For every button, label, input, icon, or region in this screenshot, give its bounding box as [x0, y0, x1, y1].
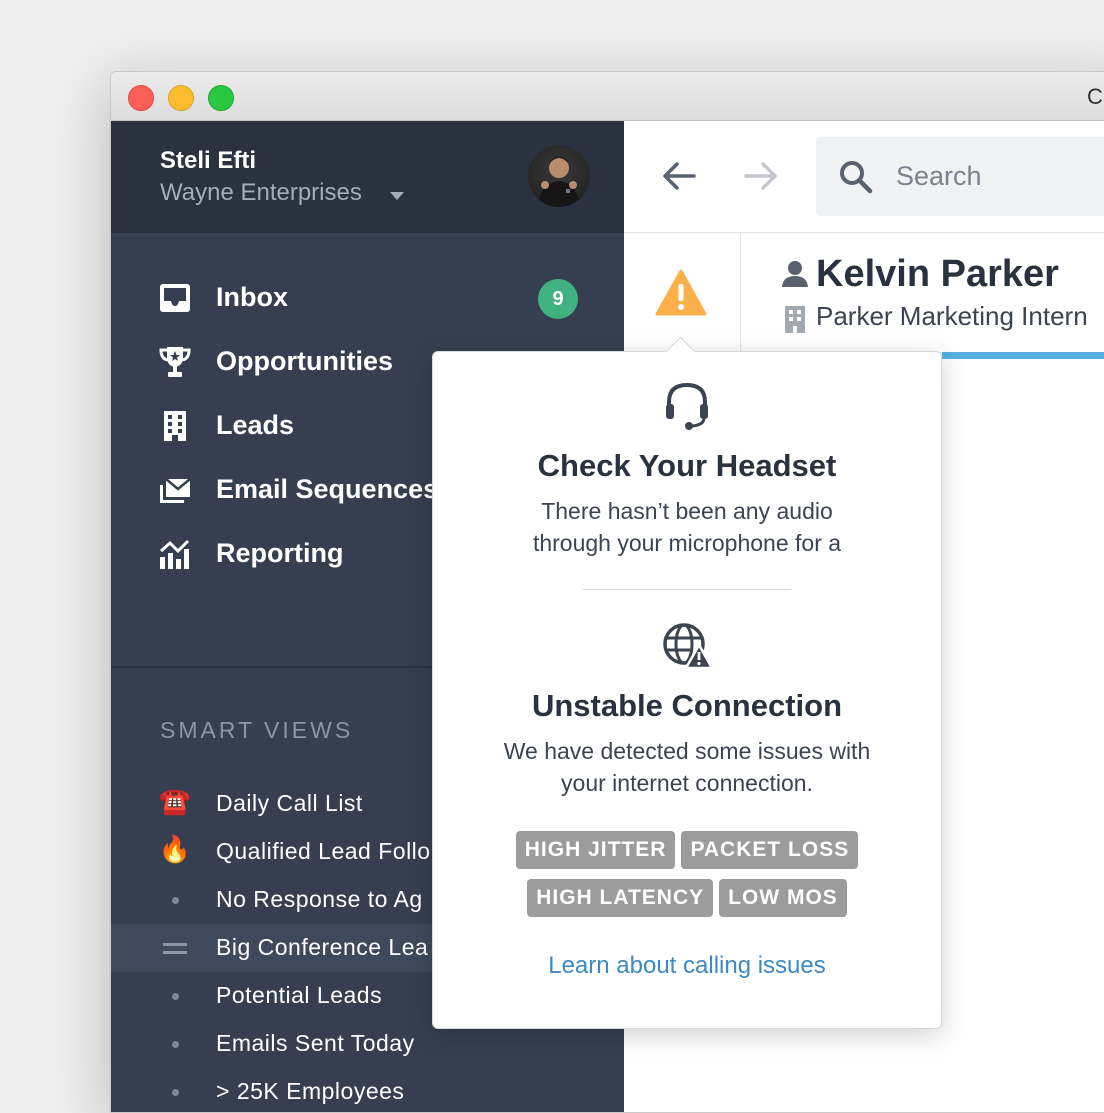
close-window-button[interactable]: [128, 85, 154, 111]
contact-header: Kelvin Parker Parker Marketing Intern: [624, 233, 1104, 359]
bullet-icon: [172, 1041, 179, 1048]
back-arrow-icon[interactable]: [660, 159, 700, 193]
telephone-icon: ☎️: [158, 786, 192, 816]
smart-view-label: Potential Leads: [216, 982, 383, 1008]
nav-label: Inbox: [216, 282, 288, 312]
chevron-down-icon[interactable]: [390, 192, 404, 200]
popover-divider: [583, 589, 791, 590]
globe-warning-icon: [660, 618, 714, 672]
search-icon: [838, 159, 874, 200]
smart-view-item[interactable]: > 25K Employees: [111, 1068, 624, 1112]
building-icon: [158, 409, 192, 443]
issue-tags-row: HIGH LATENCY LOW MOS: [433, 879, 941, 917]
headset-description-line: through your microphone for a: [532, 530, 842, 556]
inbox-icon: [158, 281, 192, 315]
connection-description-line: We have detected some issues with: [503, 738, 871, 764]
bullet-icon: [172, 897, 179, 904]
nav-label: Reporting: [216, 538, 344, 568]
title-bar: C: [111, 72, 1104, 121]
window-title: C: [1087, 84, 1103, 109]
bullet-icon: [172, 993, 179, 1000]
issue-tag: HIGH JITTER: [515, 831, 676, 869]
headset-icon: [660, 378, 714, 432]
issue-tag: LOW MOS: [719, 879, 847, 917]
chart-icon: [158, 537, 192, 571]
inbox-count-badge: 9: [538, 279, 578, 319]
nav-label: Opportunities: [216, 346, 393, 376]
smart-view-label: > 25K Employees: [216, 1078, 405, 1104]
building-icon: [782, 305, 808, 338]
contact-name[interactable]: Kelvin Parker: [816, 253, 1059, 296]
zoom-window-button[interactable]: [208, 85, 234, 111]
learn-calling-issues-link[interactable]: Learn about calling issues: [433, 952, 941, 980]
fire-icon: 🔥: [158, 834, 192, 864]
envelope-stack-icon: [158, 473, 192, 507]
smart-view-label: Big Conference Lea: [216, 934, 429, 960]
issue-tags-row: HIGH JITTER PACKET LOSS: [433, 831, 941, 869]
user-header[interactable]: Steli Efti Wayne Enterprises: [111, 121, 624, 233]
smart-view-label: Daily Call List: [216, 790, 363, 816]
call-progress-bar: [942, 352, 1104, 359]
search-placeholder: Search: [896, 161, 982, 191]
organization-name[interactable]: Wayne Enterprises: [160, 179, 362, 207]
headset-title: Check Your Headset: [537, 448, 837, 483]
nav-label: Email Sequences: [216, 474, 439, 504]
warning-icon: [655, 269, 707, 322]
company-name[interactable]: Parker Marketing Intern: [816, 301, 1088, 332]
search-input[interactable]: Search: [816, 137, 1104, 216]
nav-label: Leads: [216, 410, 295, 440]
nav-item-inbox[interactable]: Inbox 9: [111, 269, 624, 325]
smart-view-label: Qualified Lead Follo: [216, 838, 431, 864]
smart-view-label: Emails Sent Today: [216, 1030, 415, 1056]
headset-description-line: There hasn’t been any audio: [541, 498, 833, 524]
person-icon: [780, 259, 810, 294]
minimize-window-button[interactable]: [168, 85, 194, 111]
user-name: Steli Efti: [160, 147, 257, 174]
connection-description-line: your internet connection.: [561, 770, 813, 796]
forward-arrow-icon[interactable]: [740, 159, 780, 193]
toolbar: Search: [624, 121, 1104, 233]
smart-view-label: No Response to Ag: [216, 886, 423, 912]
issue-tag: HIGH LATENCY: [527, 879, 714, 917]
drag-handle-icon[interactable]: [163, 943, 187, 954]
connection-title: Unstable Connection: [531, 688, 842, 723]
bullet-icon: [172, 1089, 179, 1096]
avatar[interactable]: [528, 145, 590, 207]
call-issues-popover: Check Your Headset There hasn’t been any…: [432, 336, 942, 1029]
smart-views-heading: SMART VIEWS: [160, 717, 354, 743]
trophy-icon: [158, 345, 192, 379]
issue-tag: PACKET LOSS: [681, 831, 859, 869]
